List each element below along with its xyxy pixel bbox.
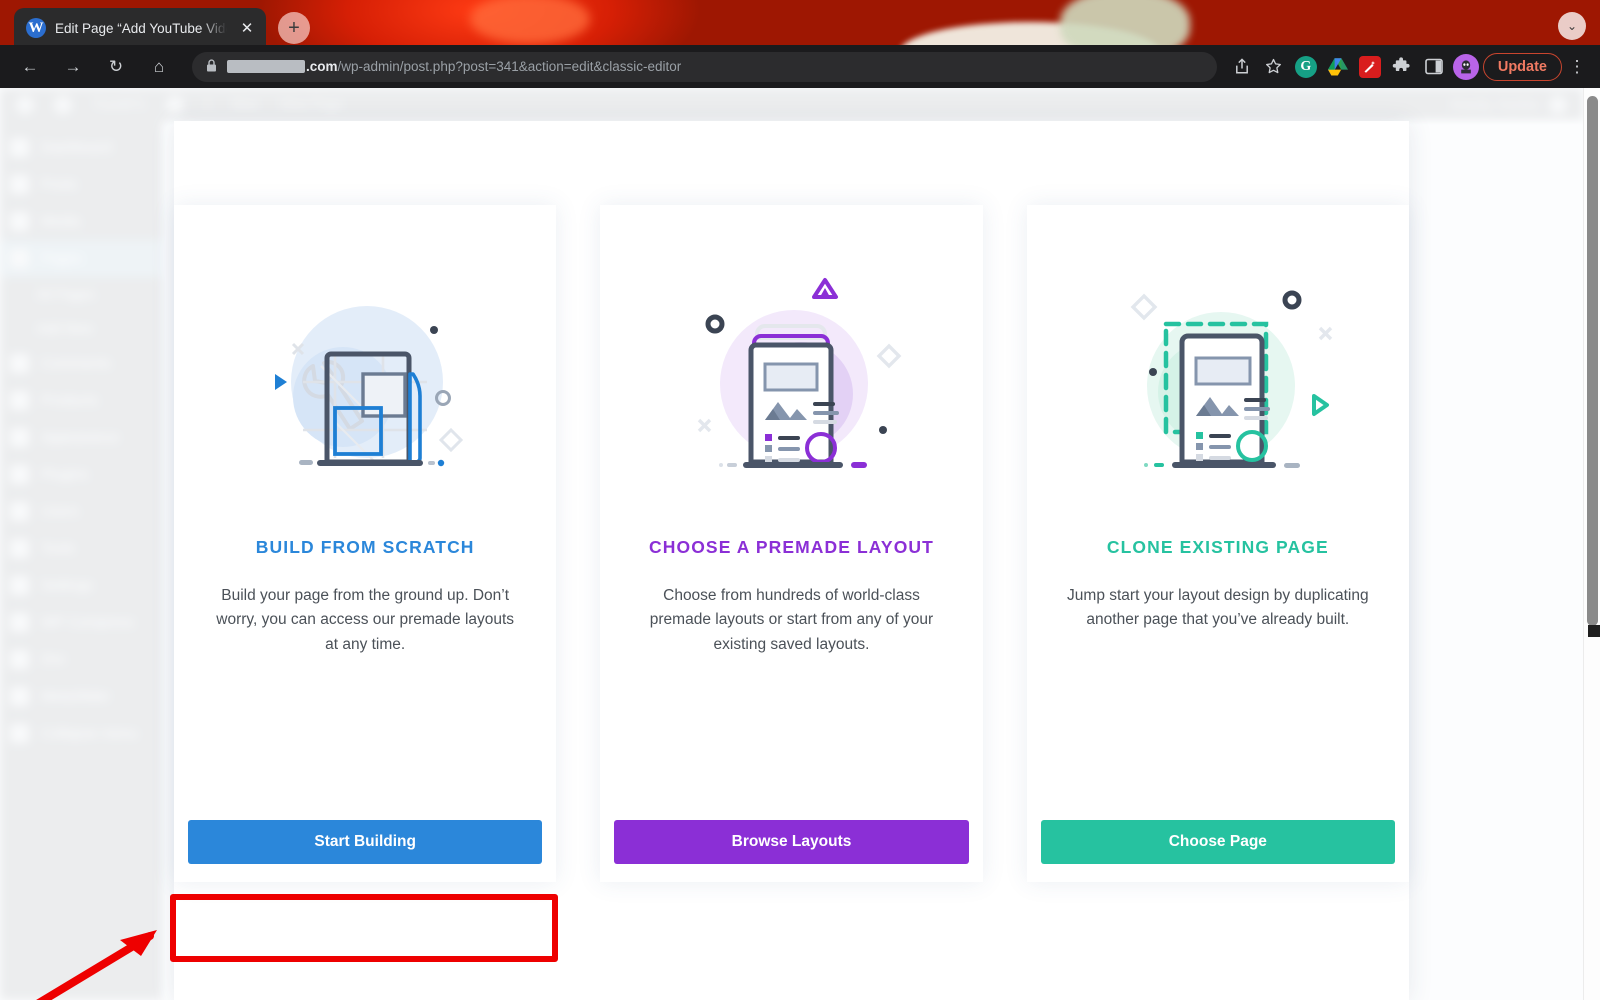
divi-option-cards: BUILD FROM SCRATCH Build your page from … <box>174 121 1409 1000</box>
browser-tab[interactable]: W Edit Page “Add YouTube Video ✕ <box>14 8 266 48</box>
card-description: Jump start your layout design by duplica… <box>1067 587 1369 629</box>
page-scrollbar-track[interactable] <box>1583 88 1600 1000</box>
browser-chrome: W Edit Page “Add YouTube Video ✕ + ⌄ ← →… <box>0 0 1600 88</box>
wallpaper-blotch <box>1060 0 1190 45</box>
google-drive-extension-icon[interactable] <box>1323 52 1353 82</box>
home-button[interactable]: ⌂ <box>142 50 176 84</box>
address-bar-domain: .com <box>306 59 338 74</box>
address-bar-path: /wp-admin/post.php?post=341&action=edit&… <box>337 59 682 74</box>
extensions-puzzle-icon[interactable] <box>1387 52 1417 82</box>
wallpaper-blotch <box>470 0 590 44</box>
premade-layout-illustration <box>600 205 982 535</box>
redacted-domain-block <box>227 60 305 73</box>
grammarly-extension-icon[interactable]: G <box>1291 52 1321 82</box>
page-viewport: TheWPX 1 New View Page Howdy, Kanika Das… <box>0 88 1600 1000</box>
clone-page-illustration <box>1027 205 1409 535</box>
browser-tab-title: Edit Page “Add YouTube Video <box>55 20 227 36</box>
update-button[interactable]: Update <box>1482 52 1562 81</box>
chrome-menu-icon[interactable]: ⋮ <box>1564 57 1590 77</box>
page-scrollbar-thumb[interactable] <box>1587 96 1598 626</box>
card-title: CLONE EXISTING PAGE <box>1106 537 1329 557</box>
chevron-down-icon[interactable]: ⌄ <box>1558 12 1586 40</box>
wand-extension-icon[interactable] <box>1355 52 1385 82</box>
back-button[interactable]: ← <box>13 50 47 84</box>
card-description: Build your page from the ground up. Don’… <box>216 587 515 653</box>
choose-page-button[interactable]: Choose Page <box>1040 820 1395 864</box>
divi-builder-chooser-modal: BUILD FROM SCRATCH Build your page from … <box>174 121 1409 1000</box>
forward-button[interactable]: → <box>56 50 90 84</box>
card-clone-existing-page[interactable]: CLONE EXISTING PAGE Jump start your layo… <box>1026 205 1409 882</box>
wordpress-icon: W <box>26 18 46 38</box>
wireframe-grid-illustration <box>174 205 556 535</box>
card-description: Choose from hundreds of world-class prem… <box>649 587 934 653</box>
close-icon[interactable]: ✕ <box>236 17 258 39</box>
browser-toolbar: ← → ↻ ⌂ .com/wp-admin/post.php?post=341&… <box>0 45 1600 88</box>
start-building-button[interactable]: Start Building <box>188 820 543 864</box>
card-choose-premade-layout[interactable]: CHOOSE A PREMADE LAYOUT Choose from hund… <box>600 205 983 882</box>
profile-avatar-icon[interactable] <box>1451 52 1481 82</box>
address-bar-url: .com/wp-admin/post.php?post=341&action=e… <box>227 59 681 74</box>
bookmark-star-icon[interactable] <box>1259 52 1289 82</box>
card-title: CHOOSE A PREMADE LAYOUT <box>649 537 934 557</box>
card-title: BUILD FROM SCRATCH <box>255 537 475 557</box>
card-build-from-scratch[interactable]: BUILD FROM SCRATCH Build your page from … <box>174 205 557 882</box>
browse-layouts-button[interactable]: Browse Layouts <box>614 820 969 864</box>
address-bar[interactable]: .com/wp-admin/post.php?post=341&action=e… <box>192 51 1217 82</box>
side-panel-icon[interactable] <box>1419 52 1449 82</box>
share-icon[interactable] <box>1227 52 1257 82</box>
new-tab-button[interactable]: + <box>278 12 310 44</box>
reload-button[interactable]: ↻ <box>99 50 133 84</box>
lock-icon <box>206 58 217 75</box>
scrollbar-corner <box>1588 625 1600 637</box>
